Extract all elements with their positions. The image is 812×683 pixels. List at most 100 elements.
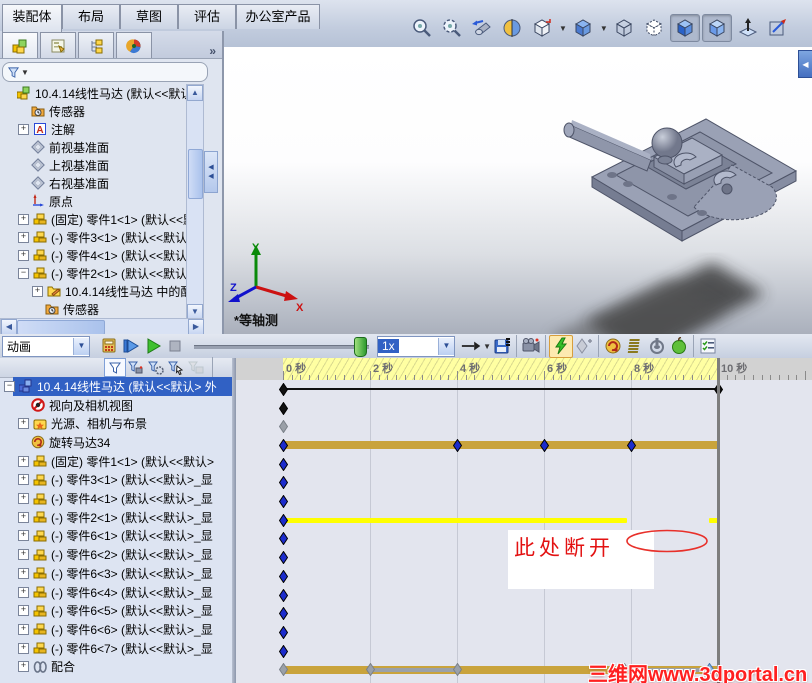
tab-layout[interactable]: 布局	[62, 4, 120, 29]
keyframe-mates[interactable]	[452, 662, 462, 679]
display-style-icon[interactable]	[569, 15, 597, 41]
expand-icon[interactable]: +	[18, 474, 29, 486]
playback-speed-dropdown[interactable]: ▼	[438, 337, 454, 355]
expand-icon[interactable]: +	[18, 605, 29, 617]
scroll-right-arrow[interactable]: ▶	[188, 319, 204, 335]
keyframe-part6-5[interactable]	[278, 606, 288, 623]
filter-driving-icon[interactable]	[146, 359, 166, 376]
tree-item-传感器[interactable]: 传感器	[0, 102, 186, 120]
study-type-dropdown[interactable]: ▼	[73, 337, 89, 355]
keyframe-part6-4[interactable]	[278, 588, 288, 605]
tree-item-(-) 零件3<1> ([interactable]: + (-) 零件3<1> (默认<<默认>	[0, 228, 186, 246]
expand-icon[interactable]: +	[18, 623, 29, 635]
tab-assembly[interactable]: 装配体	[2, 4, 62, 32]
keyframe-part3-1[interactable]	[278, 475, 288, 492]
wireframe-icon[interactable]	[610, 15, 638, 41]
collapse-icon[interactable]: −	[4, 380, 15, 392]
playback-speed-combo[interactable]: 1x ▼	[377, 335, 455, 357]
keyframe-part2-1[interactable]	[278, 513, 288, 530]
keyframe-lights-cameras-scene[interactable]	[278, 419, 288, 436]
expand-icon[interactable]: +	[18, 493, 29, 505]
keyframe-mates[interactable]	[278, 662, 288, 679]
keyframe-rotary-motor-34[interactable]	[539, 438, 549, 455]
playback-mode-icon[interactable]: ▼	[461, 336, 491, 357]
tree-item-前视基准面[interactable]: 前视基准面	[0, 138, 186, 156]
displaymanager-tab[interactable]	[116, 32, 152, 58]
part2-1-bar[interactable]	[283, 517, 627, 523]
expand-icon[interactable]: +	[18, 249, 29, 261]
expand-icon[interactable]: +	[18, 567, 29, 579]
tree-item-配合[interactable]: + 配合	[0, 658, 232, 677]
stop-icon[interactable]	[164, 336, 186, 357]
shaded-with-edges-icon[interactable]	[669, 14, 700, 42]
tree-item-(-) 零件6<7> ([interactable]: + (-) 零件6<7> (默认<<默认>_显	[0, 639, 232, 658]
feature-tree-vscrollbar[interactable]: ▲ ▼	[186, 84, 204, 320]
keyframe-rotary-motor-34[interactable]	[278, 438, 288, 455]
scroll-left-arrow[interactable]: ◀	[1, 319, 17, 335]
tree-item-(-) 零件6<5> ([interactable]: + (-) 零件6<5> (默认<<默认>_显	[0, 601, 232, 620]
tab-evaluate[interactable]: 评估	[178, 4, 236, 29]
tree-item-(-) 零件6<3> ([interactable]: + (-) 零件6<3> (默认<<默认>_显	[0, 564, 232, 583]
tree-item-(固定) 零件1<1>[interactable]: + (固定) 零件1<1> (默认<<默认>	[0, 452, 232, 471]
keyframe-part6-6[interactable]	[278, 625, 288, 642]
spring-tool-icon[interactable]	[624, 336, 646, 357]
tree-item-10.4.14线性马达[interactable]: +10.4.14线性马达 中的配	[0, 282, 186, 300]
study-type-combo[interactable]: 动画 ▼	[2, 335, 90, 357]
propertymanager-tab[interactable]	[40, 32, 76, 58]
expand-icon[interactable]: +	[18, 661, 29, 673]
vscroll-thumb[interactable]	[188, 149, 203, 199]
rotary-motor-34-bar[interactable]	[283, 441, 718, 450]
keyframe-rotary-motor-34[interactable]	[452, 438, 462, 455]
expand-icon[interactable]: +	[32, 285, 43, 297]
timeline-ruler[interactable]: 0 秒 2 秒 4 秒 6 秒 8 秒 10 秒	[236, 358, 812, 381]
display-style-dropdown-arrow[interactable]: ▼	[600, 24, 608, 33]
filter-results-icon[interactable]	[186, 359, 206, 376]
featuremanager-tab[interactable]	[2, 32, 38, 58]
tree-item-右视基准面[interactable]: 右视基准面	[0, 174, 186, 192]
expand-icon[interactable]: +	[18, 586, 29, 598]
save-animation-icon[interactable]	[491, 336, 513, 357]
keyframe-part6-3[interactable]	[278, 569, 288, 586]
expand-icon[interactable]: +	[18, 511, 29, 523]
expand-icon[interactable]: +	[18, 530, 29, 542]
tab-sketch[interactable]: 草图	[120, 4, 178, 29]
shaded-icon[interactable]	[701, 14, 732, 42]
filter-none-icon[interactable]	[104, 358, 126, 377]
tree-item-传感器[interactable]: 传感器	[0, 300, 186, 318]
tree-item-(-) 零件3<1> ([interactable]: + (-) 零件3<1> (默认<<默认>_显	[0, 471, 232, 490]
timeline-zoom-slider[interactable]	[194, 337, 369, 357]
tree-item-上视基准面[interactable]: 上视基准面	[0, 156, 186, 174]
tree-filter-box[interactable]: ▼	[2, 62, 208, 82]
keyframe-assembly-duration[interactable]	[278, 382, 288, 399]
collapse-icon[interactable]: −	[18, 267, 29, 279]
expand-icon[interactable]: +	[18, 418, 29, 430]
damper-tool-icon[interactable]	[646, 336, 668, 357]
zoom-area-icon[interactable]	[438, 15, 466, 41]
add-key-icon[interactable]	[573, 336, 595, 357]
autokey-icon[interactable]	[549, 334, 573, 358]
filter-selected-icon[interactable]	[166, 359, 186, 376]
panel-tabs-overflow[interactable]: »	[209, 44, 216, 58]
tree-item-10.4.14线性马达[interactable]: 10.4.14线性马达 (默认<<默认	[0, 84, 186, 102]
hscroll-thumb[interactable]	[17, 320, 105, 335]
expand-icon[interactable]: +	[18, 455, 29, 467]
play-from-start-icon[interactable]	[120, 336, 142, 357]
keyframe-part6-1[interactable]	[278, 532, 288, 548]
timebar[interactable]	[717, 358, 720, 683]
tree-item-(-) 零件2<1> ([interactable]: + (-) 零件2<1> (默认<<默认>_显	[0, 508, 232, 527]
tab-office-products[interactable]: 办公室产品	[236, 4, 320, 29]
filter-animated-icon[interactable]	[126, 359, 146, 376]
tree-item-(固定) 零件1<1>[interactable]: + (固定) 零件1<1> (默认<<默	[0, 210, 186, 228]
expand-icon[interactable]: +	[18, 213, 29, 225]
keyframe-part4-1[interactable]	[278, 494, 288, 511]
tree-item-视向及相机视图[interactable]: 视向及相机视图	[0, 396, 232, 415]
tree-item-原点[interactable]: 原点	[0, 192, 186, 210]
tree-item-旋转马达34[interactable]: 旋转马达34	[0, 433, 232, 452]
keyframe-part1-1[interactable]	[278, 457, 288, 474]
play-icon[interactable]	[142, 336, 164, 357]
tree-item-(-) 零件6<4> ([interactable]: + (-) 零件6<4> (默认<<默认>_显	[0, 583, 232, 602]
hidden-lines-visible-icon[interactable]	[640, 15, 668, 41]
scroll-up-arrow[interactable]: ▲	[187, 85, 203, 101]
motor-tool-icon[interactable]	[602, 336, 624, 357]
graphics-viewport[interactable]: Y X Z *等轴测 ◀	[224, 47, 812, 334]
